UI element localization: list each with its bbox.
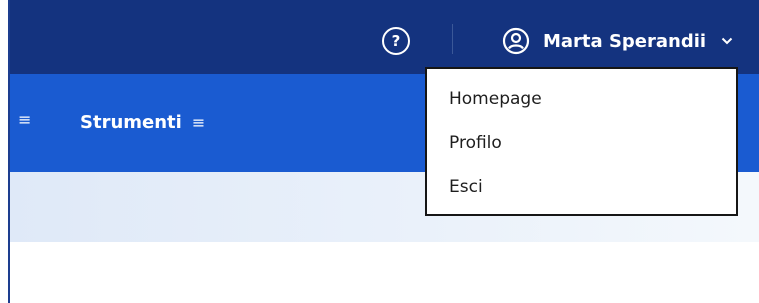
nav-item-label: Strumenti <box>80 112 182 133</box>
user-menu-button[interactable]: Marta Sperandii <box>502 24 733 58</box>
user-name: Marta Sperandii <box>543 30 707 52</box>
hamburger-icon: ≡ <box>191 112 206 132</box>
help-icon[interactable]: ? <box>382 27 410 55</box>
hamburger-icon: ≡ <box>18 110 32 129</box>
menu-item-homepage[interactable]: Homepage <box>449 89 542 109</box>
help-symbol: ? <box>391 32 401 50</box>
top-header-bar: ? Marta Sperandii <box>10 0 759 74</box>
chevron-down-icon <box>721 37 733 45</box>
user-dropdown-menu: Homepage Profilo Esci <box>425 67 738 216</box>
menu-item-esci[interactable]: Esci <box>449 177 483 197</box>
menu-item-profilo[interactable]: Profilo <box>449 133 502 153</box>
header-divider <box>452 24 453 54</box>
user-circle-icon <box>502 27 530 55</box>
nav-item-strumenti[interactable]: Strumenti ≡ <box>80 112 205 133</box>
nav-item-truncated[interactable]: ≡ <box>8 112 31 128</box>
